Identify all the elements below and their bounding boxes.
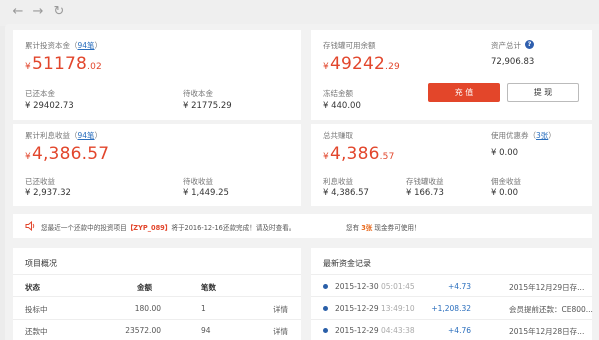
repaid-principal-label: 已还本金: [25, 89, 55, 98]
repaid-principal-value: ¥ 29402.73: [25, 101, 74, 111]
help-icon[interactable]: ?: [525, 40, 534, 49]
frozen-amount-label: 冻结金额: [323, 89, 353, 98]
record-desc: 会员提前还款：CE800...: [509, 305, 593, 314]
notice-text: 您最近一个还款中的投资项目【ZYP_089】将于2016-12-16还款完成！请…: [41, 224, 296, 232]
browser-toolbar: ← → ↻: [0, 0, 599, 26]
overview-title: 项目概况: [25, 259, 57, 268]
record-amount: +4.76: [448, 326, 471, 335]
coupon-label: 使用优惠券（3张）: [491, 131, 556, 140]
forward-icon[interactable]: →: [31, 5, 45, 19]
bullet-dot: [323, 284, 328, 289]
fund-records-card: 最新资金记录 2015-12-30 05:01:45 +4.73 2015年12…: [311, 248, 593, 340]
detail-link[interactable]: 详情: [273, 326, 288, 337]
invest-principal-card: 累计投资本金（94笔） ¥51178.02 已还本金 ¥ 29402.73 待收…: [13, 30, 301, 120]
bullet-dot: [323, 306, 328, 311]
row-count: 94: [201, 326, 211, 335]
pending-income-label: 待收收益: [183, 177, 213, 186]
record-amount: +1,208.32: [431, 304, 471, 313]
interest-income-amount: ¥4,386.57: [25, 144, 110, 164]
total-assets-label: 资产总计: [491, 41, 521, 50]
back-icon[interactable]: ←: [11, 5, 25, 19]
record-date: 2015-12-29: [335, 326, 379, 335]
divider: [13, 274, 301, 275]
interest-earned-label: 利息收益: [323, 177, 353, 186]
divider: [13, 319, 301, 320]
pending-principal-label: 待收本金: [183, 89, 213, 98]
invest-principal-amount: ¥51178.02: [25, 54, 102, 74]
divider: [311, 319, 592, 320]
divider: [311, 274, 592, 275]
commission-label: 佣金收益: [491, 177, 521, 186]
coupon-value: ¥ 0.00: [491, 148, 519, 158]
dashboard-page: 累计投资本金（94笔） ¥51178.02 已还本金 ¥ 29402.73 待收…: [5, 24, 599, 340]
row-amount: 23572.00: [125, 326, 161, 335]
col-header-amount: 金额: [137, 283, 152, 292]
speaker-icon: [25, 221, 35, 231]
notice-bar: 您最近一个还款中的投资项目【ZYP_089】将于2016-12-16还款完成！请…: [13, 214, 592, 238]
notice-project-link[interactable]: 【ZYP_089】: [127, 224, 172, 232]
detail-link[interactable]: 详情: [273, 304, 288, 315]
interest-earned-value: ¥ 4,386.57: [323, 188, 369, 198]
voucher-count-link[interactable]: 3张: [361, 224, 372, 232]
refresh-icon[interactable]: ↻: [52, 5, 66, 19]
wallet-income-label: 存钱罐收益: [406, 177, 444, 186]
voucher-notice: 您有 3张 现金券可使用！: [346, 224, 421, 232]
earned-income-value: ¥ 2,937.32: [25, 188, 71, 198]
record-desc: 2015年12月29日存...: [509, 283, 585, 292]
wallet-balance-amount: ¥49242.29: [323, 54, 400, 74]
interest-income-card: 累计利息收益（94笔） ¥4,386.57 已还收益 ¥ 2,937.32 待收…: [13, 124, 301, 206]
record-date: 2015-12-30: [335, 282, 379, 291]
interest-income-label: 累计利息收益（94笔）: [25, 131, 103, 140]
project-overview-card: 项目概况 状态 金额 笔数 投标中 180.00 1 详情 还款中 23572.…: [13, 248, 301, 340]
coupon-count-link[interactable]: 3张: [536, 131, 548, 140]
row-count: 1: [201, 304, 206, 313]
row-amount: 180.00: [134, 304, 161, 313]
record-amount: +4.73: [448, 282, 471, 291]
bullet-dot: [323, 328, 328, 333]
divider: [311, 296, 592, 297]
wallet-card: 存钱罐可用余额 ¥49242.29 冻结金额 ¥ 440.00 资产总计 ? 7…: [311, 30, 592, 120]
col-header-status: 状态: [25, 283, 40, 292]
record-time: 05:01:45: [381, 282, 415, 291]
divider: [13, 296, 301, 297]
frozen-amount-value: ¥ 440.00: [323, 101, 361, 111]
total-assets-value: 72,906.83: [491, 57, 535, 67]
invest-principal-label: 累计投资本金（94笔）: [25, 41, 103, 50]
earnings-card: 总共赚取 ¥4,386.57 使用优惠券（3张） ¥ 0.00 利息收益 ¥ 4…: [311, 124, 592, 206]
row-status: 还款中: [25, 327, 48, 336]
total-earned-amount: ¥4,386.57: [323, 144, 395, 164]
wallet-balance-label: 存钱罐可用余额: [323, 41, 376, 50]
record-time: 04:43:38: [381, 326, 415, 335]
income-count-link[interactable]: 94笔: [78, 131, 95, 140]
invest-count-link[interactable]: 94笔: [78, 41, 95, 50]
pending-principal-value: ¥ 21775.29: [183, 101, 232, 111]
row-status: 投标中: [25, 305, 48, 314]
commission-value: ¥ 0.00: [491, 188, 519, 198]
recharge-button[interactable]: 充 值: [428, 83, 500, 102]
withdraw-button[interactable]: 提 现: [507, 83, 579, 102]
record-date: 2015-12-29: [335, 304, 379, 313]
earned-income-label: 已还收益: [25, 177, 55, 186]
records-title: 最新资金记录: [323, 259, 371, 268]
total-earned-label: 总共赚取: [323, 131, 353, 140]
pending-income-value: ¥ 1,449.25: [183, 188, 229, 198]
record-time: 13:49:10: [381, 304, 415, 313]
col-header-count: 笔数: [201, 283, 216, 292]
record-desc: 2015年12月28日存...: [509, 327, 585, 336]
wallet-income-value: ¥ 166.73: [406, 188, 444, 198]
